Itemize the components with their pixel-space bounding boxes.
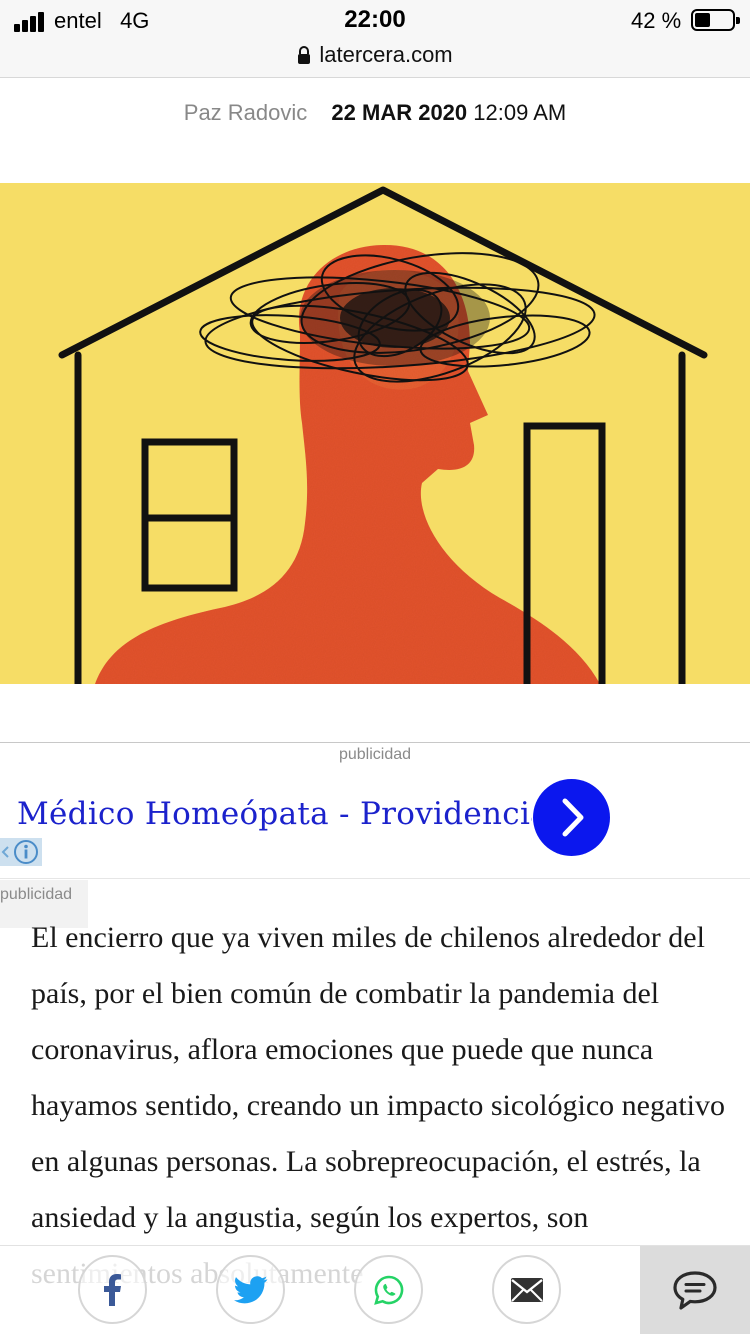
ad-title-link[interactable]: Médico Homeópata - Providencia: [17, 796, 532, 840]
house-window: [141, 438, 238, 592]
ad-info-button[interactable]: [11, 838, 42, 866]
ad-label: publicidad: [338, 746, 412, 763]
lock-icon: [298, 46, 311, 64]
chevron-right-icon: [562, 798, 584, 837]
close-icon: [1, 846, 9, 858]
publish-date: 22 MAR 2020: [331, 100, 468, 125]
share-email-button[interactable]: [492, 1255, 561, 1324]
ad-open-button[interactable]: [533, 779, 610, 856]
battery-percent: 42 %: [631, 8, 682, 33]
address-bar[interactable]: latercera.com: [0, 40, 750, 70]
share-whatsapp-button[interactable]: [354, 1255, 423, 1324]
byline: Paz Radovic 22 MAR 2020 12:09 AM: [0, 100, 750, 126]
facebook-icon: [103, 1273, 121, 1306]
comment-icon: [673, 1270, 717, 1310]
share-bar: [0, 1245, 750, 1334]
ad-divider: [0, 742, 750, 743]
share-twitter-button[interactable]: [216, 1255, 285, 1324]
publish-time: 12:09 AM: [473, 100, 567, 125]
article-body: El encierro que ya viven miles de chilen…: [31, 921, 725, 1290]
ad-close-button[interactable]: [0, 838, 11, 866]
twitter-icon: [233, 1275, 267, 1303]
info-icon: [14, 840, 38, 864]
url-text: latercera.com: [319, 42, 453, 67]
whatsapp-icon: [373, 1275, 403, 1305]
hero-illustration: [0, 183, 750, 684]
mail-icon: [510, 1277, 543, 1302]
ad-divider-bottom: [0, 878, 750, 879]
house-head-illustration: [58, 186, 708, 684]
status-bar: entel 4G 22:00 42 % latercera.com: [0, 0, 750, 78]
share-facebook-button[interactable]: [78, 1255, 147, 1324]
author-name[interactable]: Paz Radovic: [184, 100, 308, 125]
battery-icon: [691, 9, 740, 31]
comments-button[interactable]: [640, 1246, 750, 1334]
